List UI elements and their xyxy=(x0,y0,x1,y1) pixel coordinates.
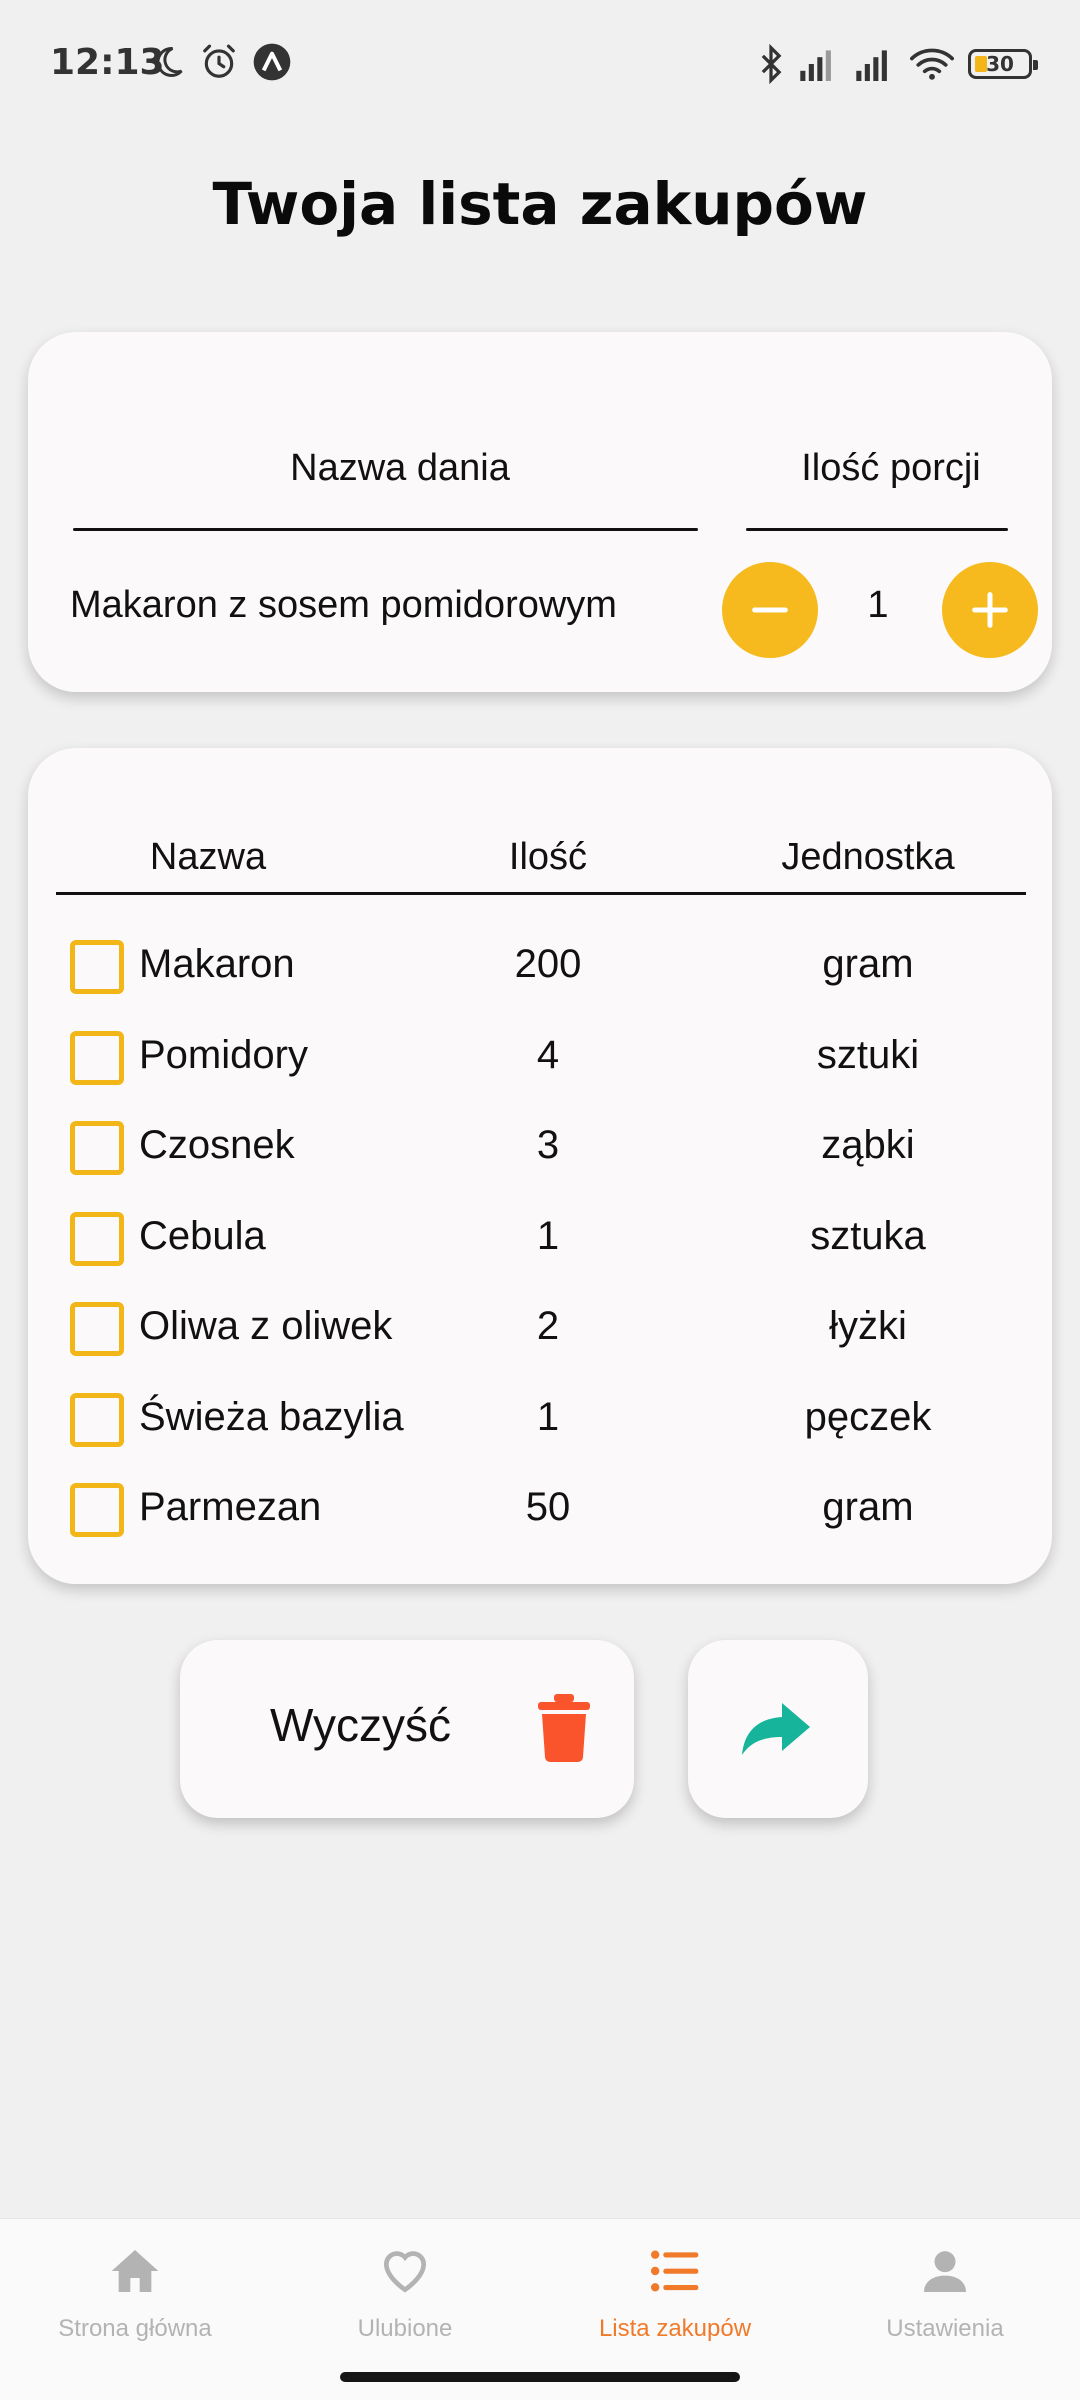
item-unit: gram xyxy=(822,1485,914,1529)
nav-label: Strona główna xyxy=(58,2315,212,2342)
column-header-quantity: Ilość xyxy=(508,836,588,878)
share-list-button[interactable] xyxy=(688,1640,868,1818)
item-quantity: 200 xyxy=(514,942,582,986)
home-icon xyxy=(111,2250,159,2292)
item-checkbox[interactable] xyxy=(70,1392,124,1447)
dish-name-header: Nazwa dania xyxy=(290,447,510,489)
item-checkbox[interactable] xyxy=(70,1030,124,1085)
column-header-unit: Jednostka xyxy=(781,836,955,878)
shopping-list-card: Nazwa Ilość Jednostka Makaron 200 gram P… xyxy=(28,748,1052,1584)
moon-icon xyxy=(156,46,183,77)
nav-label: Ulubione xyxy=(357,2315,453,2342)
list-item: Parmezan 50 gram xyxy=(28,1477,1052,1568)
minus-icon xyxy=(752,607,788,613)
status-bar: 12:13 30 xyxy=(0,0,1080,130)
nav-item-settings[interactable]: Ustawienia xyxy=(810,2219,1080,2369)
list-item: Makaron 200 gram xyxy=(28,934,1052,1025)
nav-label: Ustawienia xyxy=(886,2315,1004,2342)
app-notification-icon xyxy=(253,43,291,81)
item-checkbox[interactable] xyxy=(70,940,124,994)
list-item: Cebula 1 sztuka xyxy=(28,1206,1052,1297)
signal-icon xyxy=(856,50,887,81)
item-quantity: 50 xyxy=(525,1485,571,1529)
item-unit: gram xyxy=(822,942,914,986)
clear-list-label: Wyczyść xyxy=(270,1699,452,1751)
item-name: Czosnek xyxy=(139,1123,295,1167)
trash-icon xyxy=(538,1694,590,1762)
dish-name: Makaron z sosem pomidorowym xyxy=(70,584,617,626)
item-unit: pęczek xyxy=(804,1394,932,1439)
list-item: Czosnek 3 ząbki xyxy=(28,1115,1052,1206)
plus-icon xyxy=(972,592,1008,628)
item-name: Makaron xyxy=(139,942,295,986)
divider xyxy=(73,528,698,531)
wifi-icon xyxy=(910,48,954,80)
home-indicator xyxy=(340,2372,740,2382)
share-icon xyxy=(742,1703,810,1755)
item-unit: sztuka xyxy=(810,1213,926,1258)
divider xyxy=(746,528,1008,531)
item-name: Pomidory xyxy=(139,1032,308,1077)
page-title: Twoja lista zakupów xyxy=(212,170,868,238)
heart-icon xyxy=(383,2251,427,2293)
divider xyxy=(56,892,1026,895)
user-icon xyxy=(924,2251,966,2292)
increase-portions-button[interactable] xyxy=(942,562,1038,658)
status-right-icons: 30 xyxy=(758,44,1038,84)
item-checkbox[interactable] xyxy=(70,1211,124,1266)
dish-card: Nazwa dania Ilość porcji Makaron z sosem… xyxy=(28,332,1052,692)
portions-header: Ilość porcji xyxy=(801,447,981,489)
item-checkbox[interactable] xyxy=(70,1121,124,1175)
decrease-portions-button[interactable] xyxy=(722,562,818,658)
nav-item-home[interactable]: Strona główna xyxy=(0,2219,270,2369)
signal-icon xyxy=(800,50,831,81)
item-name: Cebula xyxy=(139,1213,266,1258)
column-header-name: Nazwa xyxy=(149,836,267,878)
list-icon xyxy=(650,2250,699,2292)
list-item: Świeża bazylia 1 pęczek xyxy=(28,1387,1052,1478)
item-quantity: 2 xyxy=(536,1304,560,1348)
list-item: Oliwa z oliwek 2 łyżki xyxy=(28,1296,1052,1387)
item-quantity: 1 xyxy=(536,1213,560,1258)
clear-list-button[interactable]: Wyczyść xyxy=(180,1640,634,1818)
list-item: Pomidory 4 sztuki xyxy=(28,1025,1052,1116)
item-name: Parmezan xyxy=(139,1485,322,1529)
item-unit: łyżki xyxy=(829,1304,907,1348)
status-time: 12:13 xyxy=(50,42,165,83)
portion-count: 1 xyxy=(867,584,889,626)
item-unit: sztuki xyxy=(816,1032,920,1077)
battery-indicator: 30 xyxy=(968,49,1038,79)
status-left-icons xyxy=(150,42,292,82)
item-name: Oliwa z oliwek xyxy=(139,1304,393,1348)
item-quantity: 3 xyxy=(536,1123,560,1167)
item-name: Świeża bazylia xyxy=(139,1394,404,1439)
nav-item-shopping-list[interactable]: Lista zakupów xyxy=(540,2219,810,2369)
bluetooth-icon xyxy=(761,44,782,84)
item-quantity: 1 xyxy=(536,1394,560,1439)
nav-item-favorites[interactable]: Ulubione xyxy=(270,2219,540,2369)
item-quantity: 4 xyxy=(536,1032,560,1077)
nav-label: Lista zakupów xyxy=(598,2315,752,2342)
alarm-icon xyxy=(203,44,235,78)
item-unit: ząbki xyxy=(821,1123,915,1167)
shopping-list-rows: Makaron 200 gram Pomidory 4 sztuki Czosn… xyxy=(28,934,1052,1568)
item-checkbox[interactable] xyxy=(70,1302,124,1356)
item-checkbox[interactable] xyxy=(70,1483,124,1537)
